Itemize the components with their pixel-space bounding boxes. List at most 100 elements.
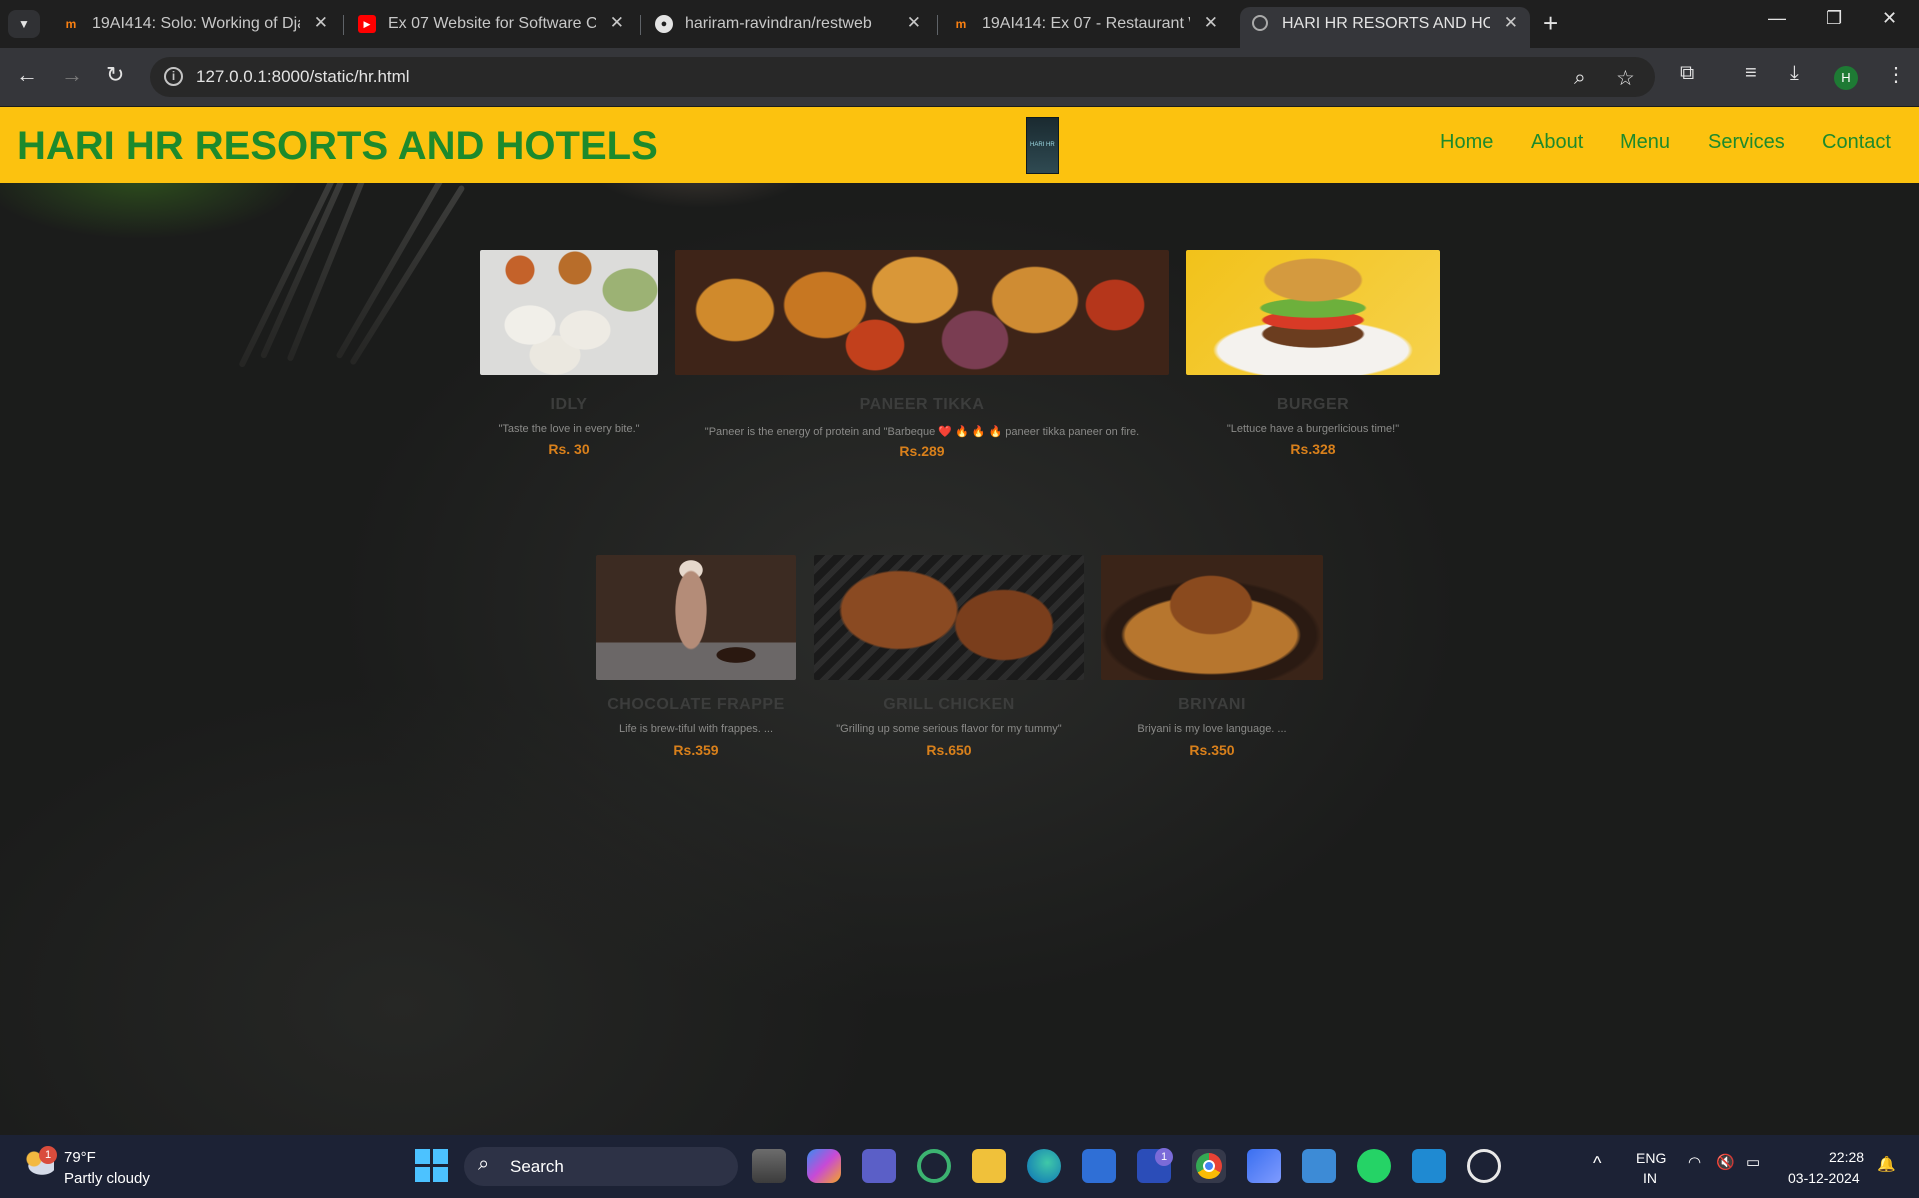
- tray-overflow-chevron-icon[interactable]: ^: [1593, 1153, 1601, 1174]
- address-bar[interactable]: i 127.0.0.1:8000/static/hr.html ⌕ ☆: [150, 57, 1655, 97]
- tab-title: HARI HR RESORTS AND HOTELS: [1282, 15, 1490, 32]
- close-tab-icon[interactable]: ✕: [1504, 13, 1518, 33]
- restore-icon[interactable]: ❐: [1826, 8, 1842, 29]
- battery-icon[interactable]: ▭: [1746, 1153, 1760, 1171]
- close-tab-icon[interactable]: ✕: [610, 13, 624, 33]
- task-view-icon[interactable]: [752, 1149, 786, 1183]
- close-window-icon[interactable]: ✕: [1882, 8, 1897, 29]
- url-text[interactable]: 127.0.0.1:8000/static/hr.html: [196, 67, 410, 87]
- media-controls-icon[interactable]: ≡: [1745, 62, 1757, 85]
- dish-price: Rs.328: [1290, 441, 1336, 457]
- volume-muted-icon[interactable]: 🔇: [1716, 1153, 1735, 1171]
- more-menu-icon[interactable]: ⋮: [1886, 62, 1906, 87]
- nav-services[interactable]: Services: [1708, 131, 1785, 154]
- search-icon: ⌕: [478, 1153, 490, 1175]
- dish-name: IDLY: [550, 396, 588, 413]
- bookmark-star-icon[interactable]: ☆: [1616, 66, 1635, 91]
- minimize-icon[interactable]: —: [1768, 8, 1786, 29]
- nav-about[interactable]: About: [1531, 131, 1583, 154]
- tab-title: Ex 07 Website for Software Con: [388, 15, 596, 32]
- dish-name: GRILL CHICKEN: [883, 696, 1015, 713]
- clock-date[interactable]: 03-12-2024: [1788, 1170, 1860, 1186]
- dish-price: Rs.650: [926, 742, 972, 758]
- zoom-icon[interactable]: ⌕: [1574, 66, 1586, 90]
- close-tab-icon[interactable]: ✕: [314, 13, 328, 33]
- tab-search-chevron-icon[interactable]: ▼: [8, 10, 40, 38]
- paneer-tikka-image: [675, 250, 1169, 375]
- menu-card-idly[interactable]: IDLY "Taste the love in every bite." Rs.…: [480, 250, 658, 470]
- browser-toolbar: ← → ↻ i 127.0.0.1:8000/static/hr.html ⌕ …: [0, 48, 1919, 106]
- nav-menu[interactable]: Menu: [1620, 131, 1670, 154]
- nav-home[interactable]: Home: [1440, 131, 1493, 154]
- whatsapp-icon[interactable]: [1357, 1149, 1391, 1183]
- fork-decoration: [349, 184, 466, 366]
- tab-separator: [343, 15, 344, 35]
- dish-tagline: Briyani is my love language. ...: [1137, 723, 1287, 735]
- tab-separator: [937, 15, 938, 35]
- store-icon[interactable]: [1082, 1149, 1116, 1183]
- copilot-icon[interactable]: [807, 1149, 841, 1183]
- dish-price: Rs.350: [1189, 742, 1235, 758]
- tab-hari-hr-active[interactable]: HARI HR RESORTS AND HOTELS ✕: [1240, 7, 1530, 48]
- moodle-icon: m: [65, 17, 77, 31]
- dish-name: BRIYANI: [1178, 696, 1246, 713]
- logo-text: HARI HR: [1030, 142, 1055, 148]
- tab-github[interactable]: ● hariram-ravindran/restweb ✕: [643, 7, 933, 41]
- chatgpt-icon[interactable]: [1467, 1149, 1501, 1183]
- briyani-image: [1101, 555, 1323, 680]
- teams-icon[interactable]: [862, 1149, 896, 1183]
- menu-card-briyani[interactable]: BRIYANI Briyani is my love language. ...…: [1101, 555, 1323, 775]
- calculator-app-icon[interactable]: [1302, 1149, 1336, 1183]
- search-label: Search: [510, 1157, 564, 1176]
- menu-card-grill-chicken[interactable]: GRILL CHICKEN "Grilling up some serious …: [814, 555, 1084, 775]
- windows-start-icon[interactable]: [415, 1149, 449, 1183]
- notification-bell-icon[interactable]: 🔔: [1877, 1155, 1896, 1173]
- site-title: HARI HR RESORTS AND HOTELS: [17, 124, 658, 168]
- close-tab-icon[interactable]: ✕: [1204, 13, 1218, 33]
- close-tab-icon[interactable]: ✕: [907, 13, 921, 33]
- globe-icon: [1252, 15, 1268, 31]
- nav-contact[interactable]: Contact: [1822, 131, 1891, 154]
- tab-moodle-restaurant[interactable]: m 19AI414: Ex 07 - Restaurant We ✕: [940, 7, 1230, 41]
- profile-avatar[interactable]: H: [1834, 66, 1858, 90]
- menu-card-chocolate-frappe[interactable]: CHOCOLATE FRAPPE Life is brew-tiful with…: [596, 555, 796, 775]
- vpn-app-icon[interactable]: [1247, 1149, 1281, 1183]
- language-eng[interactable]: ENG: [1636, 1150, 1666, 1166]
- dish-name: BURGER: [1276, 396, 1350, 413]
- back-arrow-icon[interactable]: ←: [16, 62, 38, 88]
- wifi-icon[interactable]: ◠: [1688, 1153, 1701, 1171]
- chrome-active-icon[interactable]: [1192, 1149, 1226, 1183]
- new-tab-plus-icon[interactable]: +: [1543, 8, 1558, 39]
- site-info-icon[interactable]: i: [164, 67, 183, 86]
- dish-price: Rs.289: [899, 443, 945, 459]
- menu-card-burger[interactable]: BURGER "Lettuce have a burgerlicious tim…: [1186, 250, 1440, 470]
- weather-badge: 1: [39, 1146, 57, 1164]
- clock-time[interactable]: 22:28: [1829, 1149, 1864, 1165]
- menu-card-paneer-tikka[interactable]: PANEER TIKKA "Paneer is the energy of pr…: [675, 250, 1169, 470]
- taskbar-search-box[interactable]: ⌕ Search: [464, 1147, 738, 1186]
- dish-tagline: "Taste the love in every bite.": [498, 423, 640, 435]
- downloads-icon[interactable]: ⤓: [1790, 62, 1799, 85]
- windows-taskbar: 1 79°F Partly cloudy ⌕ Search 1 ^ ENG IN…: [0, 1135, 1919, 1198]
- tab-title: 19AI414: Ex 07 - Restaurant We: [982, 15, 1190, 32]
- weather-desc[interactable]: Partly cloudy: [64, 1170, 150, 1187]
- file-explorer-icon[interactable]: [972, 1149, 1006, 1183]
- grill-chicken-image: [814, 555, 1084, 680]
- vscode-icon[interactable]: [1412, 1149, 1446, 1183]
- dish-tagline: "Grilling up some serious flavor for my …: [836, 723, 1062, 735]
- weather-temp[interactable]: 79°F: [64, 1149, 96, 1166]
- forward-arrow-icon[interactable]: →: [61, 62, 83, 88]
- dish-tagline: Life is brew-tiful with frappes. ...: [618, 723, 774, 735]
- browser-tab-strip: ▼ m 19AI414: Solo: Working of Djan ✕ ▶ E…: [0, 0, 1919, 48]
- edge-icon[interactable]: [1027, 1149, 1061, 1183]
- chocolate-frappe-image: [596, 555, 796, 680]
- dish-name: PANEER TIKKA: [859, 396, 985, 413]
- language-in[interactable]: IN: [1643, 1170, 1657, 1186]
- fork-decoration: [259, 164, 351, 360]
- extensions-puzzle-icon[interactable]: ⧉: [1680, 62, 1694, 85]
- loading-app-icon[interactable]: [917, 1149, 951, 1183]
- dish-tagline: "Paneer is the energy of protein and "Ba…: [704, 426, 1140, 438]
- tab-moodle-solo[interactable]: m 19AI414: Solo: Working of Djan ✕: [50, 7, 340, 41]
- reload-icon[interactable]: ↻: [106, 62, 124, 88]
- tab-youtube[interactable]: ▶ Ex 07 Website for Software Con ✕: [346, 7, 636, 41]
